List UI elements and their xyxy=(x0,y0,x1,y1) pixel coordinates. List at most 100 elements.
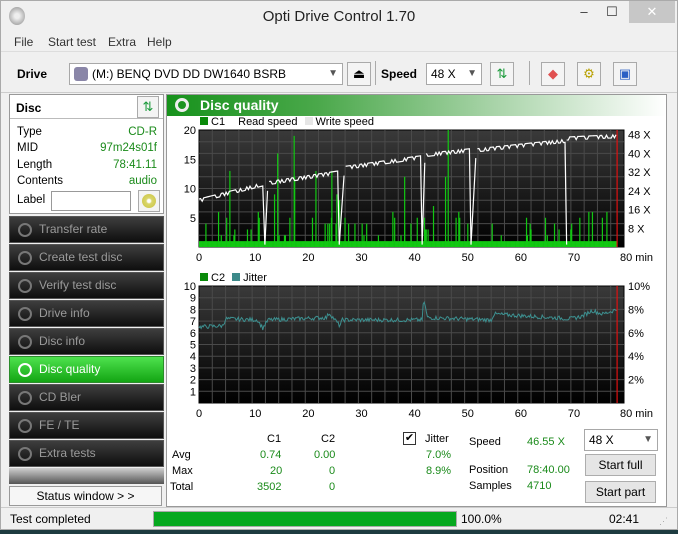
nav-label: Disc quality xyxy=(39,362,101,376)
chevron-down-icon: ▼ xyxy=(328,68,338,79)
x-tick-label: 0 xyxy=(196,252,202,264)
save-button[interactable]: ▣ xyxy=(613,62,637,86)
progress-text: 100.0% xyxy=(461,512,502,526)
max-c1: 20 xyxy=(270,465,283,477)
c1-peak-bar xyxy=(404,176,406,247)
disc-label-input[interactable] xyxy=(51,191,131,211)
nav-extra-tests[interactable]: Extra tests xyxy=(9,440,164,467)
refresh-disc-button[interactable]: ⇅ xyxy=(137,96,159,118)
jitter-chart: 0 10 20 30 40 50 60 70 80 min123456789102%4%6%8%… xyxy=(184,281,653,420)
refresh-icon: ⇅ xyxy=(496,66,508,81)
c1-peak-bar xyxy=(277,153,279,247)
start-full-button[interactable]: Start full xyxy=(585,454,656,476)
nav-transfer-rate[interactable]: Transfer rate xyxy=(9,216,164,243)
x-tick-label: 40 xyxy=(409,252,421,264)
refresh-icon: ⇅ xyxy=(142,99,154,114)
resize-grip-icon[interactable]: ⋰ xyxy=(659,516,668,527)
nav-drive-info[interactable]: Drive info xyxy=(9,300,164,327)
total-label: Total xyxy=(170,481,194,493)
y-tick-label: 5 xyxy=(190,340,196,352)
y-right-tick-label: 10% xyxy=(628,281,650,293)
menu-extra[interactable]: Extra xyxy=(108,35,136,49)
chevron-down-icon: ▼ xyxy=(467,68,477,79)
menu-help[interactable]: Help xyxy=(147,35,172,49)
y-tick-label: 5 xyxy=(190,213,196,225)
disc-icon xyxy=(18,335,32,349)
disc-icon xyxy=(18,279,32,293)
jitter-header: Jitter xyxy=(425,433,449,445)
status-window-button[interactable]: Status window > > xyxy=(9,486,162,506)
start-part-button[interactable]: Start part xyxy=(585,481,656,503)
c1-chart: 0 10 20 30 40 50 60 70 80 min 5 10 15 20 8 X 16 X 24 X 3… xyxy=(184,125,653,264)
disc-icon xyxy=(18,447,32,461)
menu-file[interactable]: File xyxy=(14,35,33,49)
menu-start-test[interactable]: Start test xyxy=(48,35,96,49)
avg-c1: 0.74 xyxy=(260,449,282,461)
y-right-tick-label: 2% xyxy=(628,375,644,387)
nav-disc-info[interactable]: Disc info xyxy=(9,328,164,355)
test-speed-value: 48 X xyxy=(589,433,614,447)
position-value: 78:40.00 xyxy=(527,464,570,476)
maximize-button[interactable]: ☐ xyxy=(597,1,627,23)
max-c2: 0 xyxy=(329,465,336,477)
c1-peak-bar xyxy=(444,176,447,247)
type-label: Type xyxy=(17,126,42,138)
drive-label: Drive xyxy=(17,67,48,81)
drive-icon xyxy=(74,67,88,81)
y-tick-label: 1 xyxy=(190,386,196,398)
speed-select-value: 48 X xyxy=(431,67,456,81)
nav-label: FE / TE xyxy=(39,418,80,432)
max-jitter: 8.9% xyxy=(426,465,452,477)
contents-label: Contents xyxy=(17,175,64,187)
nav-label: Disc info xyxy=(39,334,86,348)
nav-create-test-disc[interactable]: Create test disc xyxy=(9,244,164,271)
erase-button[interactable]: ◆ xyxy=(541,62,565,86)
c1-peak-bar xyxy=(229,170,231,247)
y-tick-label: 20 xyxy=(184,125,196,137)
speed-stat-label: Speed xyxy=(469,436,501,448)
floppy-disk-icon: ▣ xyxy=(618,66,632,81)
disc-icon xyxy=(18,391,32,405)
disc-icon xyxy=(18,223,32,237)
y-right-tick-label: 32 X xyxy=(628,167,651,179)
col-c2-header: C2 xyxy=(321,433,336,445)
test-speed-select[interactable]: 48 X ▼ xyxy=(584,429,658,451)
settings-button[interactable]: ⚙ xyxy=(577,62,601,86)
speed-select[interactable]: 48 X ▼ xyxy=(426,63,482,85)
nav-cd-bler[interactable]: CD Bler xyxy=(9,384,164,411)
avg-c2: 0.00 xyxy=(314,449,336,461)
jitter-checkbox[interactable]: ✔ xyxy=(403,432,416,445)
length-value: 78:41.11 xyxy=(113,159,157,171)
x-tick-label: 30 xyxy=(355,252,367,264)
toolbar-divider xyxy=(529,61,530,85)
y-right-tick-label: 6% xyxy=(628,328,644,340)
samples-label: Samples xyxy=(469,480,512,492)
y-tick-label: 10 xyxy=(184,281,196,293)
refresh-speed-button[interactable]: ⇅ xyxy=(490,62,514,86)
y-tick-label: 7 xyxy=(190,316,196,328)
eject-button[interactable]: ⏏ xyxy=(347,62,371,86)
panel-title: Disc quality xyxy=(200,97,279,113)
close-button[interactable]: ✕ xyxy=(629,1,675,23)
panel-header: Disc quality xyxy=(167,95,666,116)
nav-verify-test-disc[interactable]: Verify test disc xyxy=(9,272,164,299)
nav-fe-te[interactable]: FE / TE xyxy=(9,412,164,439)
drive-select[interactable]: (M:) BENQ DVD DD DW1640 BSRB ▼ xyxy=(69,63,343,85)
minimize-button[interactable]: ‒ xyxy=(569,1,599,23)
eject-icon: ⏏ xyxy=(352,66,366,81)
progress-fill xyxy=(154,512,456,526)
x-tick-label: 10 xyxy=(249,252,261,264)
x-tick-label: 20 xyxy=(302,252,314,264)
type-value: CD-R xyxy=(128,126,157,138)
write-label-button[interactable] xyxy=(138,190,160,212)
nav-label: Drive info xyxy=(39,306,90,320)
c1-bar xyxy=(432,206,435,247)
c1-peak-bar xyxy=(447,130,449,247)
y-right-tick-label: 8% xyxy=(628,304,644,316)
nav-disc-quality[interactable]: Disc quality xyxy=(9,356,164,383)
c1-peak-bar xyxy=(294,176,296,247)
y-tick-label: 3 xyxy=(190,363,196,375)
nav-label: Transfer rate xyxy=(39,222,108,236)
c1-bar xyxy=(273,194,276,247)
disc-quality-icon xyxy=(175,98,189,112)
